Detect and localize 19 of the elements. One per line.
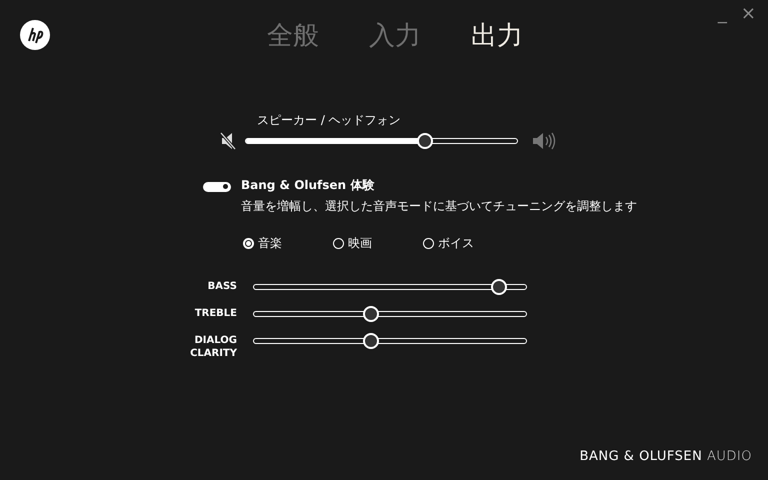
equalizer-label: DIALOG CLARITY xyxy=(189,334,237,360)
mode-radio[interactable]: 音楽 xyxy=(243,235,333,252)
enhancement-title: Bang & Olufsen 体験 xyxy=(241,177,376,194)
slider-thumb[interactable] xyxy=(362,306,379,322)
equalizer-label: BASS xyxy=(206,280,237,293)
logo-icon xyxy=(20,20,50,50)
tab[interactable]: 出力 xyxy=(471,18,523,52)
slider-thumb[interactable] xyxy=(362,333,379,349)
slider-thumb[interactable] xyxy=(490,279,507,295)
slider-thumb[interactable] xyxy=(416,133,433,149)
output-device-label: スピーカー / ヘッドフォン xyxy=(257,112,402,129)
toggle-switch[interactable] xyxy=(203,182,231,192)
mode-radio[interactable]: ボイス xyxy=(423,235,513,252)
minimize-button[interactable]: _ xyxy=(716,4,729,24)
mode-radio[interactable]: 映画 xyxy=(333,235,423,252)
equalizer-label: TREBLE xyxy=(194,307,237,320)
enhancement-description: 音量を増幅し、選択した音声モードに基づいてチューニングを調整します xyxy=(241,198,637,215)
close-button[interactable]: × xyxy=(738,4,758,24)
brand-logo: BANG & OLUFSEN AUDIO xyxy=(580,449,752,464)
